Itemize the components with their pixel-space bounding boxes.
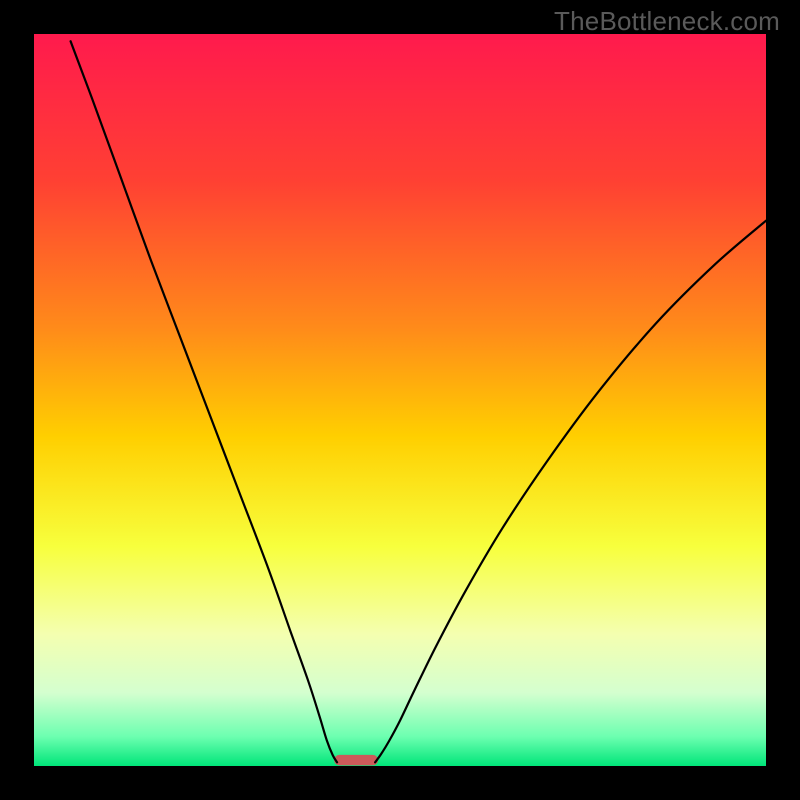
plot-area xyxy=(34,34,766,766)
watermark-text: TheBottleneck.com xyxy=(554,6,780,37)
gradient-background xyxy=(34,34,766,766)
floor-marker xyxy=(334,755,378,766)
chart-svg xyxy=(34,34,766,766)
chart-frame: TheBottleneck.com xyxy=(0,0,800,800)
